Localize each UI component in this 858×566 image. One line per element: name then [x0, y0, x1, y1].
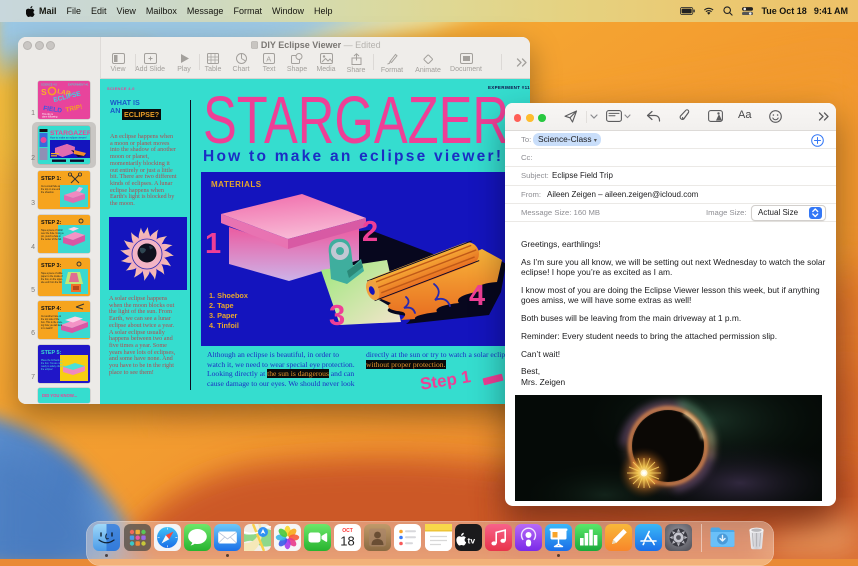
svg-text:STEP 4:: STEP 4: — [41, 306, 61, 312]
svg-text:paper to the inside of: paper to the inside of — [41, 275, 63, 278]
svg-text:Place the lid back on: Place the lid back on — [41, 359, 63, 362]
svg-text:box. This is the view-: box. This is the view- — [41, 321, 63, 324]
svg-text:A: A — [266, 54, 271, 63]
svg-text:site end from the foil.: site end from the foil. — [41, 281, 63, 284]
svg-text:the shoebox.: the shoebox. — [41, 191, 55, 194]
svg-text:EXPERIMENT #1: EXPERIMENT #1 — [68, 83, 89, 87]
svg-text:4: 4 — [469, 280, 485, 312]
svg-text:the top side of the: the top side of the — [41, 318, 60, 321]
svg-text:ready to safely observe: ready to safely observe — [41, 365, 65, 368]
svg-text:ing hole you will look: ing hole you will look — [41, 325, 63, 327]
svg-text:S: S — [41, 87, 47, 97]
svg-text:DID YOU KNOW...: DID YOU KNOW... — [42, 393, 77, 398]
svg-text:18: 18 — [340, 534, 354, 549]
svg-text:STARGAZER: STARGAZER — [203, 83, 509, 158]
svg-text:the top on one end of: the top on one end of — [41, 188, 63, 191]
svg-text:How to make an eclipse viewer!: How to make an eclipse viewer! — [50, 136, 87, 140]
svg-text:pin, punch a hole in: pin, punch a hole in — [41, 236, 62, 238]
svg-text:Cut another hole on: Cut another hole on — [41, 315, 62, 318]
svg-text:Tape a piece of white: Tape a piece of white — [41, 272, 63, 275]
svg-text:the eclipse!: the eclipse! — [41, 368, 53, 371]
svg-text:STEP 5:: STEP 5: — [41, 350, 61, 356]
svg-text:the center of the foil.: the center of the foil. — [41, 238, 62, 241]
svg-text:over the hole. Using a: over the hole. Using a — [41, 232, 64, 235]
svg-text:tv: tv — [467, 536, 475, 546]
svg-text:Tape a piece of tinfoil: Tape a piece of tinfoil — [41, 229, 63, 232]
svg-text:1: 1 — [205, 228, 221, 260]
svg-text:3: 3 — [329, 300, 345, 332]
svg-text:the box. You are now: the box. You are now — [41, 362, 63, 365]
svg-text:STEP 3:: STEP 3: — [41, 263, 61, 269]
svg-text:SCIENCE 4.0: SCIENCE 4.0 — [41, 83, 57, 87]
svg-text:done following: done following — [42, 116, 58, 119]
svg-text:the box, on the oppo-: the box, on the oppo- — [41, 278, 63, 281]
svg-text:STEP 1:: STEP 1: — [41, 176, 61, 182]
svg-text:Cut a small hole app-: Cut a small hole app- — [41, 185, 63, 188]
svg-text:2: 2 — [362, 216, 378, 248]
svg-text:in to watch!: in to watch! — [41, 327, 53, 330]
